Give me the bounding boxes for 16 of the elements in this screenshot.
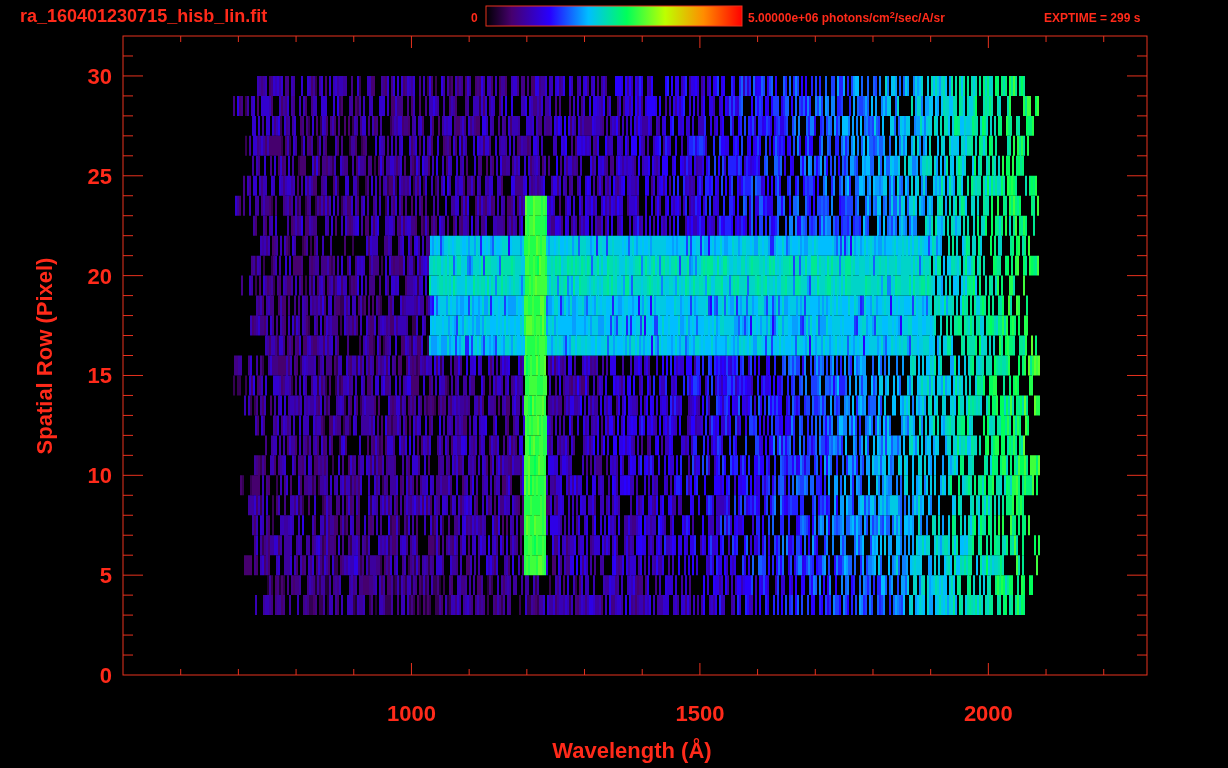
y-tick-label: 15 — [87, 363, 112, 389]
y-tick-label: 20 — [87, 263, 112, 289]
y-tick-label: 10 — [87, 463, 112, 489]
y-tick-label: 0 — [99, 663, 112, 688]
y-tick-label: 25 — [87, 163, 112, 189]
y-tick-label: 5 — [99, 563, 112, 589]
exposure-time: EXPTIME = 299 s — [1044, 12, 1141, 24]
y-tick-label: 30 — [87, 63, 112, 89]
x-axis-label: Wavelength (Å) — [552, 738, 712, 763]
colorbar-max-label: 5.00000e+06 photons/cm$^{2}$/sec/A/sr — [748, 12, 945, 24]
x-tick-label: 2000 — [963, 701, 1013, 726]
x-tick-label: 1000 — [386, 701, 436, 726]
file-title: ra_160401230715_hisb_lin.fit — [20, 7, 268, 25]
colorbar-min-label: 0 — [471, 12, 478, 24]
y-axis-label: Spatial Row (Pixel) — [32, 257, 57, 455]
x-tick-label: 1500 — [675, 701, 725, 726]
